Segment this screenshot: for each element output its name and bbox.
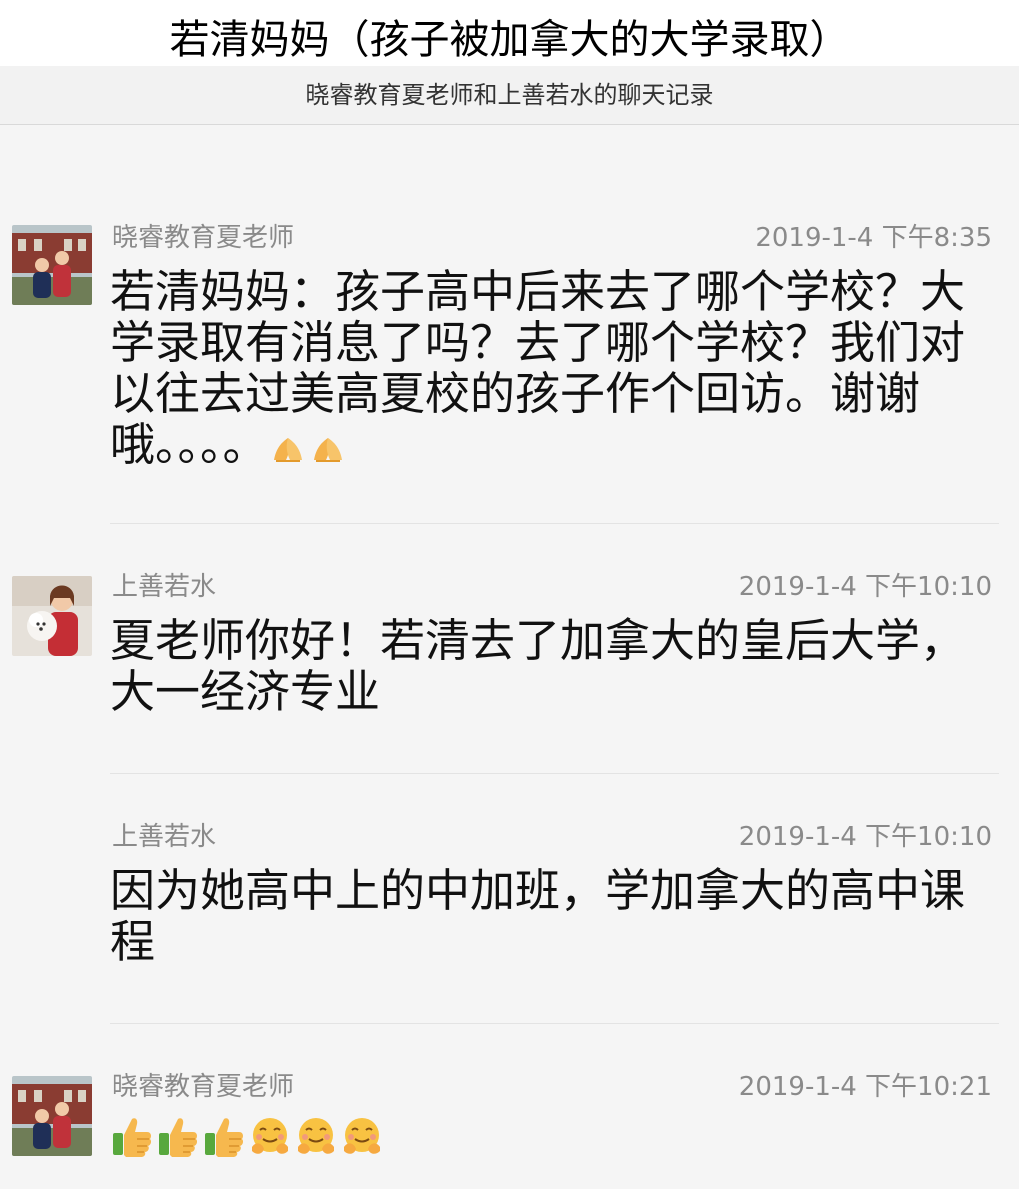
- sender-name: 上善若水: [112, 822, 217, 852]
- chat-history-title: 晓睿教育夏老师和上善若水的聊天记录: [0, 66, 1019, 125]
- message-text[interactable]: 因为她高中上的中加班，学加拿大的高中课程: [110, 865, 990, 967]
- folded-hands-emoji-icon: [268, 423, 308, 474]
- emoji-message[interactable]: [110, 1113, 384, 1161]
- message-divider: [110, 773, 999, 774]
- message-text[interactable]: 若清妈妈：孩子高中后来去了哪个学校？大学录取有消息了吗？去了哪个学校？我们对以往…: [110, 266, 990, 474]
- message-list[interactable]: 晓睿教育夏老师 2019-1-4 下午8:35 若清妈妈：孩子高中后来去了哪个学…: [0, 125, 1019, 1189]
- hug-emoji-icon: [248, 1113, 292, 1161]
- thumbs-up-emoji-icon: [110, 1113, 154, 1161]
- sender-name: 上善若水: [112, 572, 217, 602]
- message-divider: [110, 523, 999, 524]
- message-timestamp: 2019-1-4 下午10:10: [738, 822, 992, 852]
- message-timestamp: 2019-1-4 下午10:21: [738, 1072, 992, 1102]
- parent-avatar-image: [12, 576, 92, 656]
- sender-name: 晓睿教育夏老师: [112, 223, 295, 253]
- chat-history-window: 晓睿教育夏老师和上善若水的聊天记录 晓睿教育夏老师 2019-1-4 下午8:3…: [0, 66, 1019, 1189]
- thumbs-up-emoji-icon: [202, 1113, 246, 1161]
- hug-emoji-icon: [340, 1113, 384, 1161]
- avatar[interactable]: [12, 576, 92, 656]
- message-timestamp: 2019-1-4 下午8:35: [755, 223, 992, 253]
- message-divider: [110, 1023, 999, 1024]
- message-text[interactable]: 夏老师你好！若清去了加拿大的皇后大学，大一经济专业: [110, 615, 990, 717]
- thumbs-up-emoji-icon: [156, 1113, 200, 1161]
- message-text-content: 若清妈妈：孩子高中后来去了哪个学校？大学录取有消息了吗？去了哪个学校？我们对以往…: [110, 265, 966, 471]
- avatar[interactable]: [12, 225, 92, 305]
- message-timestamp: 2019-1-4 下午10:10: [738, 572, 992, 602]
- folded-hands-emoji-icon: [308, 423, 348, 474]
- teacher-avatar-image: [12, 1076, 92, 1156]
- hug-emoji-icon: [294, 1113, 338, 1161]
- page-title: 若清妈妈（孩子被加拿大的大学录取）: [169, 17, 850, 63]
- sender-name: 晓睿教育夏老师: [112, 1072, 295, 1102]
- teacher-avatar-image: [12, 225, 92, 305]
- avatar[interactable]: [12, 1076, 92, 1156]
